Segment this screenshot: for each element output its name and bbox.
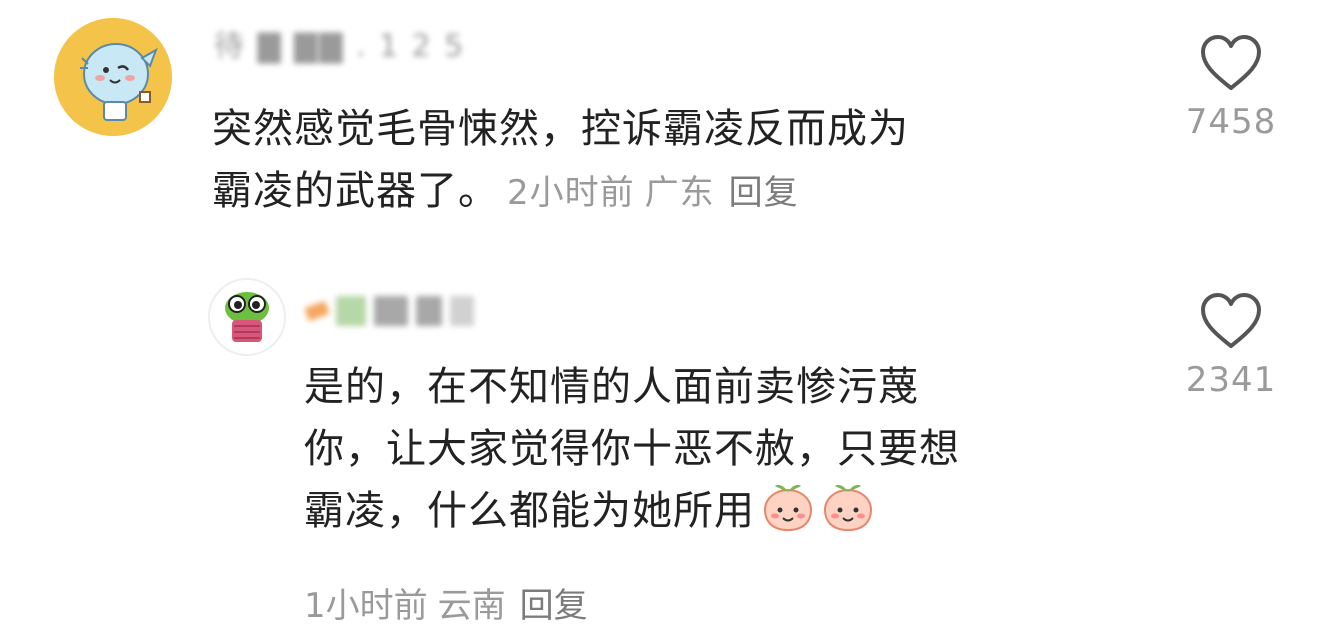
username-blurred[interactable]: 待 ▇ ▇▇ . 1 2 5 <box>214 22 465 64</box>
like-button[interactable]: 7458 <box>1176 34 1286 142</box>
comment-meta: 1小时前 云南 回复 <box>304 578 588 627</box>
username-blur-block <box>304 300 330 322</box>
comment-meta: 2小时前 广东 回复 <box>507 173 799 213</box>
comment-text-line: 霸凌，什么都能为她所用 <box>304 488 755 534</box>
username-blur-block <box>336 296 366 326</box>
avatar[interactable] <box>208 278 286 356</box>
comment-text-line: 你，让大家觉得你十恶不赦，只要想 <box>304 426 960 472</box>
green-frog-character-icon <box>210 280 284 354</box>
reply-body: 是的，在不知情的人面前卖惨污蔑 你，让大家觉得你十恶不赦，只要想 霸凌，什么都能… <box>304 356 960 550</box>
heart-icon[interactable] <box>1199 34 1263 92</box>
comment-location: 广东 <box>644 173 715 213</box>
username-blur-block <box>450 296 474 326</box>
peach-smile-icon <box>761 480 815 550</box>
username-blur-block <box>374 296 408 326</box>
username-blur-block <box>416 296 442 326</box>
heart-icon[interactable] <box>1199 292 1263 350</box>
peach-smile-icon <box>821 480 875 550</box>
comment-body: 突然感觉毛骨悚然，控诉霸凌反而成为 霸凌的武器了。 2小时前 广东 回复 <box>212 98 909 224</box>
comment-text-line: 突然感觉毛骨悚然，控诉霸凌反而成为 <box>212 106 909 152</box>
like-count: 7458 <box>1185 102 1277 142</box>
like-count: 2341 <box>1185 360 1277 400</box>
cartoon-waving-character-icon <box>54 18 172 136</box>
reply-button[interactable]: 回复 <box>729 173 799 213</box>
comment-location: 云南 <box>437 586 506 626</box>
username-text: 待 ▇ ▇▇ . 1 2 5 <box>214 29 466 64</box>
comment-text-line: 霸凌的武器了。 <box>212 168 499 214</box>
reply-button[interactable]: 回复 <box>520 586 588 626</box>
comment-time: 2小时前 <box>507 173 635 213</box>
comment-text-line: 是的，在不知情的人面前卖惨污蔑 <box>304 364 919 410</box>
like-button[interactable]: 2341 <box>1176 292 1286 400</box>
avatar[interactable] <box>54 18 172 136</box>
comment-time: 1小时前 <box>304 586 428 626</box>
username-blurred[interactable] <box>304 290 474 332</box>
